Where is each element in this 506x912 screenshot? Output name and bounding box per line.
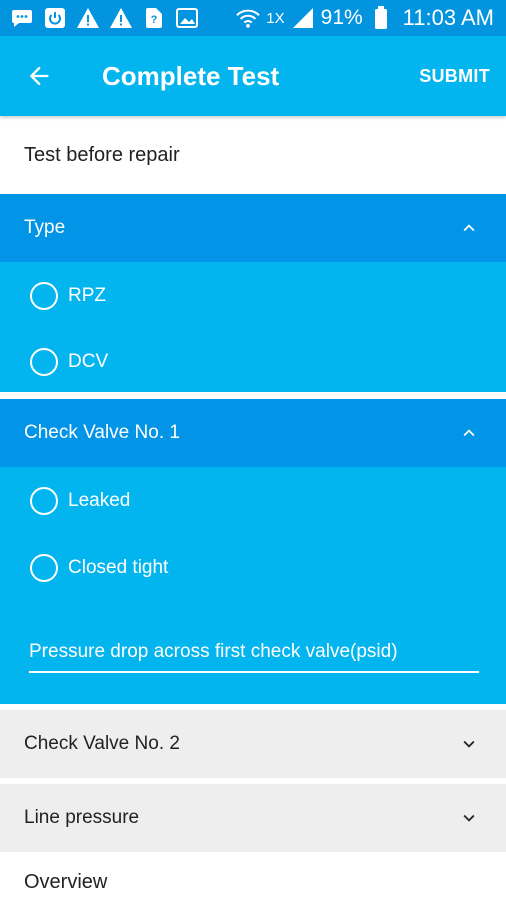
chevron-up-icon [458, 422, 480, 444]
radio-label: RPZ [68, 285, 106, 306]
warning-icon [109, 6, 133, 30]
radio-circle-icon [30, 554, 58, 582]
app-bar: Complete Test SUBMIT [0, 36, 506, 116]
radio-label: Closed tight [68, 557, 169, 578]
sim-question-icon: ? [142, 6, 166, 30]
submit-button[interactable]: SUBMIT [419, 66, 490, 87]
signal-icon [291, 6, 315, 30]
overview-row[interactable]: Overview [0, 852, 506, 912]
line-pressure-header[interactable]: Line pressure [0, 784, 506, 852]
svg-text:?: ? [151, 14, 158, 26]
radio-circle-icon [30, 282, 58, 310]
radio-label: Leaked [68, 490, 131, 511]
image-icon [175, 6, 199, 30]
chevron-down-icon [458, 807, 480, 829]
test-subtitle: Test before repair [0, 116, 506, 194]
radio-leaked[interactable]: Leaked [30, 487, 130, 515]
status-bar: ? 1X 91% 11:03 AM [0, 0, 506, 36]
check-valve-1-body: Leaked Closed tight Pressure drop across… [0, 467, 506, 704]
chevron-down-icon [458, 733, 480, 755]
message-icon [10, 6, 34, 30]
battery-percent: 91% [320, 6, 363, 29]
check-valve-2-header[interactable]: Check Valve No. 2 [0, 710, 506, 778]
overview-label: Overview [24, 870, 108, 893]
pressure-drop-placeholder: Pressure drop across first check valve(p… [29, 641, 398, 662]
power-icon [43, 6, 67, 30]
network-type: 1X [266, 9, 285, 27]
check-valve-1-label: Check Valve No. 1 [24, 422, 180, 443]
clock: 11:03 AM [402, 5, 494, 30]
radio-circle-icon [30, 348, 58, 376]
check-valve-1-header[interactable]: Check Valve No. 1 [0, 399, 506, 467]
arrow-back-icon [29, 66, 49, 86]
radio-circle-icon [30, 487, 58, 515]
check-valve-2-label: Check Valve No. 2 [24, 733, 180, 754]
back-button[interactable] [0, 36, 80, 116]
type-section-header[interactable]: Type [0, 194, 506, 262]
page-title: Complete Test [102, 60, 280, 91]
radio-label: DCV [68, 351, 109, 372]
pressure-drop-input[interactable]: Pressure drop across first check valve(p… [29, 641, 479, 673]
radio-dcv[interactable]: DCV [30, 348, 108, 376]
wifi-icon [236, 6, 261, 30]
chevron-up-icon [458, 217, 480, 239]
radio-rpz[interactable]: RPZ [30, 282, 106, 310]
type-section-label: Type [24, 217, 66, 238]
warning-icon [76, 6, 100, 30]
battery-icon [369, 6, 393, 30]
type-section-body: RPZ DCV [0, 262, 506, 392]
line-pressure-label: Line pressure [24, 807, 140, 828]
radio-closed-tight[interactable]: Closed tight [30, 554, 168, 582]
